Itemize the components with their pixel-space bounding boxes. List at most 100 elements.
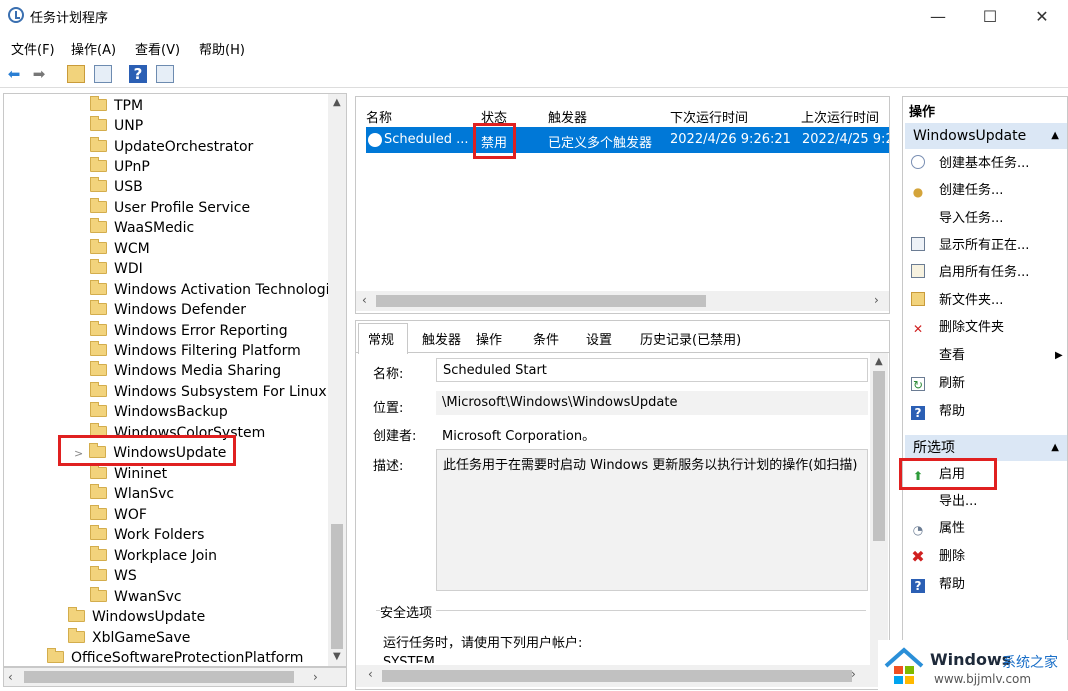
tree-item[interactable]: Workplace Join xyxy=(90,546,217,566)
scroll-up-arrow-icon[interactable]: ▲ xyxy=(333,97,341,108)
action-refresh[interactable]: ↻ 刷新 xyxy=(911,373,965,395)
scroll-thumb[interactable] xyxy=(873,371,885,541)
column-header-last-run[interactable]: 上次运行时间 xyxy=(801,107,879,126)
scroll-down-arrow-icon[interactable]: ▼ xyxy=(333,651,341,662)
security-options-title: 安全选项 xyxy=(380,602,437,621)
tree-item[interactable]: WaaSMedic xyxy=(90,218,194,238)
tree-item[interactable]: Windows Error Reporting xyxy=(90,321,288,341)
task-last-run: 2022/4/25 9:2 xyxy=(802,132,890,147)
tree-item[interactable]: UNP xyxy=(90,116,143,136)
collapse-caret-icon[interactable]: ▲ xyxy=(1051,123,1059,149)
tab-triggers[interactable]: 触发器 xyxy=(422,329,461,348)
up-folder-icon[interactable] xyxy=(67,65,85,83)
tree-item[interactable]: XblGameSave xyxy=(68,628,190,648)
scroll-left-arrow-icon[interactable]: ‹ xyxy=(362,293,367,307)
column-header-trigger[interactable]: 触发器 xyxy=(548,107,587,126)
menu-action[interactable]: 操作(A) xyxy=(71,39,116,58)
column-header-next-run[interactable]: 下次运行时间 xyxy=(670,107,748,126)
tree-item[interactable]: WwanSvc xyxy=(90,587,182,607)
tree-item[interactable]: Windows Media Sharing xyxy=(90,361,281,381)
collapse-caret-icon[interactable]: ▲ xyxy=(1051,435,1059,461)
task-row-selected[interactable]: Scheduled ... 禁用 已定义多个触发器 2022/4/26 9:26… xyxy=(366,127,890,153)
tree-item[interactable]: User Profile Service xyxy=(90,198,250,218)
tree-item-label: WOF xyxy=(114,507,147,523)
tree-item[interactable]: USB xyxy=(90,177,143,197)
tree-item[interactable]: UPnP xyxy=(90,157,150,177)
task-name-field[interactable]: Scheduled Start xyxy=(436,358,868,382)
tree-item[interactable]: Work Folders xyxy=(90,525,204,545)
tree-item[interactable]: Windows Subsystem For Linux xyxy=(90,382,327,402)
scroll-right-arrow-icon[interactable]: › xyxy=(313,670,318,684)
show-hide-action-pane-icon[interactable] xyxy=(156,65,174,83)
tree-item[interactable]: WindowsBackup xyxy=(90,402,228,422)
back-arrow-icon[interactable]: ⬅ xyxy=(5,65,23,83)
maximize-button[interactable]: ☐ xyxy=(970,4,1010,30)
folder-icon xyxy=(90,361,107,376)
action-help-selected[interactable]: ? 帮助 xyxy=(911,574,965,596)
forward-arrow-icon[interactable]: ➡ xyxy=(30,65,48,83)
action-delete[interactable]: ✖ 删除 xyxy=(911,546,965,568)
minimize-button[interactable]: — xyxy=(918,4,958,30)
tree-item[interactable]: WS xyxy=(90,566,137,586)
tree-item[interactable]: Windows Filtering Platform xyxy=(90,341,301,361)
scroll-left-arrow-icon[interactable]: ‹ xyxy=(8,670,13,684)
task-horizontal-scrollbar[interactable]: ‹ › xyxy=(356,291,889,311)
action-show-running[interactable]: 显示所有正在... xyxy=(911,235,1029,257)
scroll-thumb[interactable] xyxy=(24,671,294,683)
action-properties[interactable]: ◔ 属性 xyxy=(911,518,965,540)
highlight-box-status xyxy=(473,123,516,159)
action-export[interactable]: 导出... xyxy=(911,491,977,513)
tree-item[interactable]: Wininet xyxy=(90,464,167,484)
action-create-basic-task[interactable]: 创建基本任务... xyxy=(911,153,1029,175)
tab-conditions[interactable]: 条件 xyxy=(533,329,559,348)
tree-item-label: Wininet xyxy=(114,466,168,482)
action-delete-folder[interactable]: ✕ 删除文件夹 xyxy=(911,317,1004,339)
action-new-folder[interactable]: 新文件夹... xyxy=(911,290,1003,312)
scroll-right-arrow-icon[interactable]: › xyxy=(874,293,879,307)
tab-actions[interactable]: 操作 xyxy=(476,329,502,348)
scroll-right-arrow-icon[interactable]: › xyxy=(851,667,856,681)
tree-item[interactable]: Windows Activation Technologies xyxy=(90,280,345,300)
show-hide-console-tree-icon[interactable] xyxy=(94,65,112,83)
tree-item[interactable]: TPM xyxy=(90,96,143,116)
menu-file[interactable]: 文件(F) xyxy=(11,39,55,58)
tree-item[interactable]: WOF xyxy=(90,505,147,525)
section-windowsupdate[interactable]: WindowsUpdate ▲ xyxy=(905,123,1067,149)
description-field[interactable]: 此任务用于在需要时启动 Windows 更新服务以执行计划的操作(如扫描) xyxy=(436,449,868,591)
close-button[interactable]: ✕ xyxy=(1022,4,1062,30)
tree-item[interactable]: OfficeSoftwareProtectionPlatform xyxy=(47,648,303,666)
scroll-thumb[interactable] xyxy=(382,670,852,682)
tab-settings[interactable]: 设置 xyxy=(586,329,612,348)
action-help[interactable]: ? 帮助 xyxy=(911,401,965,423)
action-view[interactable]: 查看 ▶ xyxy=(911,345,1063,367)
scroll-thumb[interactable] xyxy=(331,524,343,649)
folder-icon xyxy=(90,239,107,254)
tree-item[interactable]: WlanSvc xyxy=(90,484,174,504)
tree-item[interactable]: WindowsUpdate xyxy=(68,607,205,627)
menu-view[interactable]: 查看(V) xyxy=(135,39,180,58)
tab-general[interactable]: 常规 xyxy=(368,329,394,348)
new-folder-icon xyxy=(911,292,925,306)
action-enable-history[interactable]: 启用所有任务... xyxy=(911,262,1029,284)
folder-icon xyxy=(90,525,107,540)
help-icon[interactable]: ? xyxy=(129,65,147,83)
column-header-name[interactable]: 名称 xyxy=(366,107,392,126)
tree-item[interactable]: WCM xyxy=(90,239,150,259)
tree-item[interactable]: Windows Defender xyxy=(90,300,246,320)
tab-history[interactable]: 历史记录(已禁用) xyxy=(640,329,741,348)
scroll-up-arrow-icon[interactable]: ▲ xyxy=(875,356,883,367)
detail-vertical-scrollbar[interactable]: ▲ xyxy=(870,353,888,665)
tree-vertical-scrollbar[interactable]: ▲ ▼ xyxy=(328,94,346,666)
tree-item[interactable]: WDI xyxy=(90,259,143,279)
tree-item-label: USB xyxy=(114,179,143,195)
detail-horizontal-scrollbar[interactable]: ‹ › xyxy=(356,665,889,687)
action-create-task[interactable]: ● 创建任务... xyxy=(911,180,1004,202)
scroll-left-arrow-icon[interactable]: ‹ xyxy=(368,667,373,681)
menu-help[interactable]: 帮助(H) xyxy=(199,39,245,58)
tree-item-label: WaaSMedic xyxy=(114,220,195,236)
action-import-task[interactable]: 导入任务... xyxy=(911,208,1003,230)
tree-item[interactable]: UpdateOrchestrator xyxy=(90,137,253,157)
folder-icon xyxy=(90,157,107,172)
tree-horizontal-scrollbar[interactable]: ‹ › xyxy=(3,667,347,687)
scroll-thumb[interactable] xyxy=(376,295,706,307)
